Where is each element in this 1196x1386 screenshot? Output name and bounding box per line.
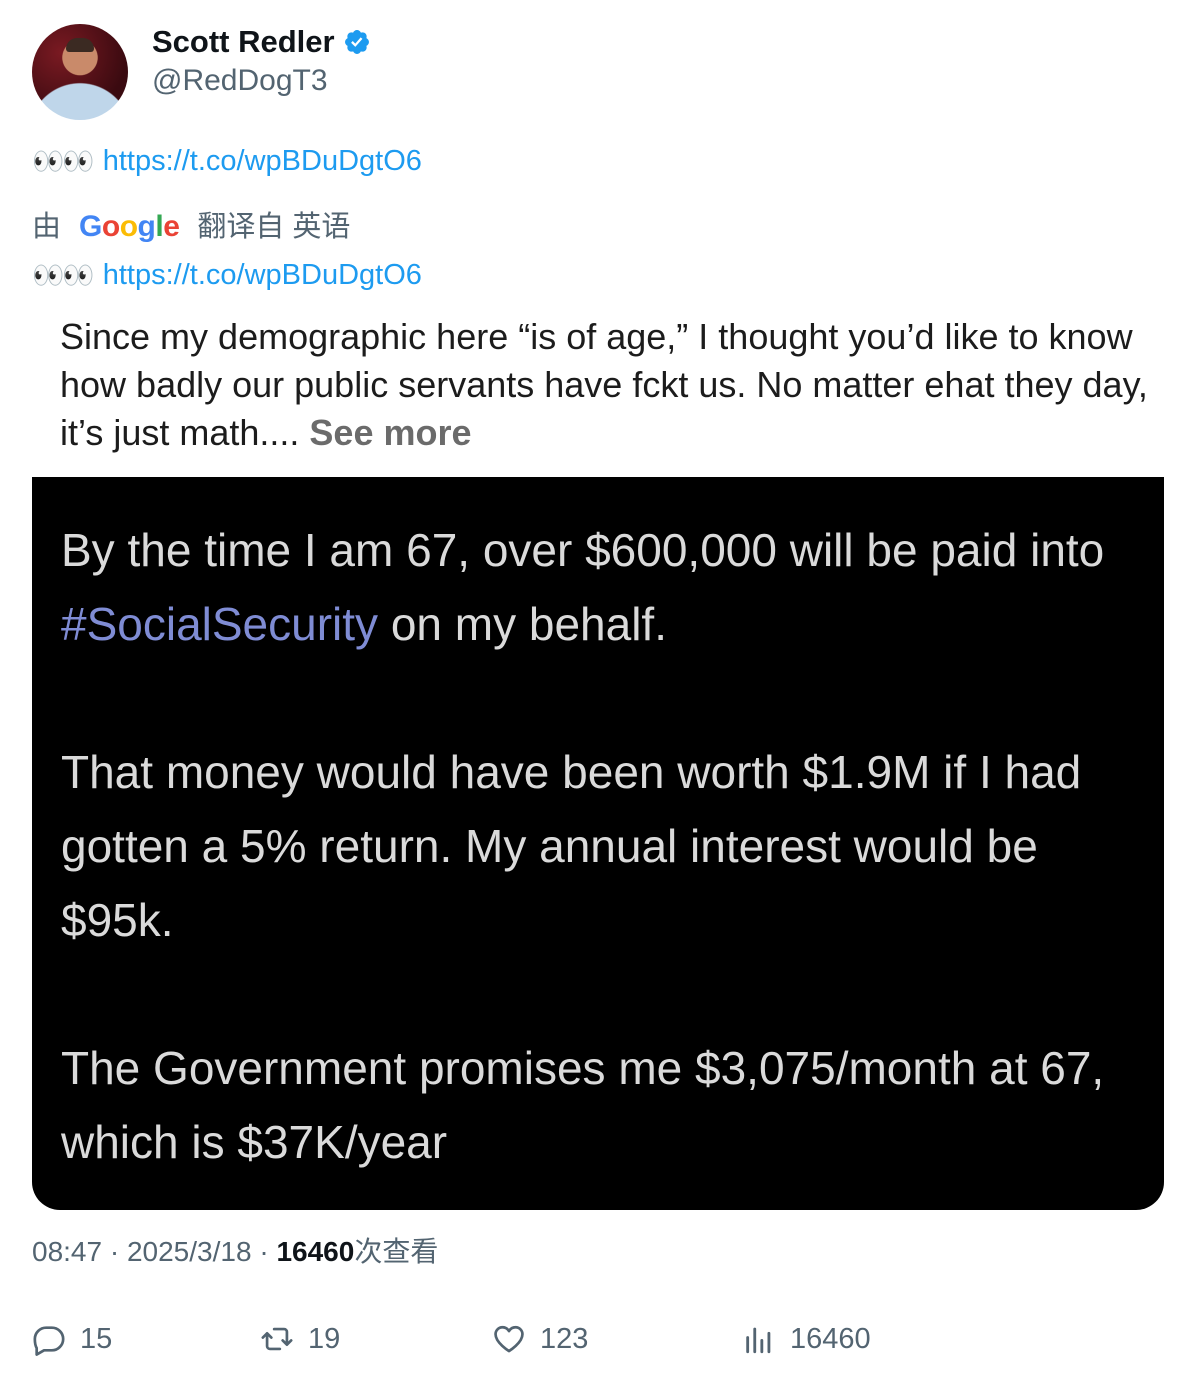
hashtag-socialsecurity: #SocialSecurity (61, 598, 379, 650)
reply-button[interactable]: 15 (32, 1322, 112, 1356)
tweet-time[interactable]: 08:47 (32, 1236, 102, 1267)
tweet-link[interactable]: https://t.co/wpBDuDgtO6 (103, 144, 422, 178)
reply-icon (33, 1326, 65, 1356)
image-paragraph-1: By the time I am 67, over $600,000 will … (61, 524, 1105, 650)
like-button[interactable]: 123 (492, 1322, 588, 1356)
author-name-row[interactable]: Scott Redler (152, 26, 371, 58)
tweet-image[interactable]: By the time I am 67, over $600,000 will … (32, 477, 1164, 1210)
views-button[interactable]: 16460 (742, 1322, 871, 1356)
like-count: 123 (540, 1322, 589, 1355)
translation-header: 由 Google 翻译自 英语 (32, 210, 350, 244)
analytics-icon (746, 1327, 771, 1354)
action-bar: 15 19 123 16460 (32, 1322, 1164, 1362)
translation-suffix: 翻译自 英语 (197, 211, 351, 243)
author-name[interactable]: Scott Redler (152, 26, 335, 58)
author-handle[interactable]: @RedDogT3 (152, 64, 328, 98)
retweet-button[interactable]: 19 (260, 1322, 340, 1356)
screenshot-caption: Since my demographic here “is of age,” I… (60, 313, 1150, 457)
retweet-count: 19 (308, 1322, 341, 1355)
image-paragraph-3: The Government promises me $3,075/month … (61, 1042, 1105, 1168)
eyes-emoji: 👀👀 (32, 146, 95, 176)
eyes-emoji-translated: 👀👀 (32, 260, 95, 290)
image-paragraph-2: That money would have been worth $1.9M i… (61, 746, 1082, 946)
caption-body: Since my demographic here “is of age,” I… (60, 316, 1148, 453)
view-label: 次查看 (354, 1236, 439, 1267)
tweet-date[interactable]: 2025/3/18 (127, 1236, 252, 1267)
retweet-icon (261, 1327, 293, 1351)
reply-count: 15 (80, 1322, 113, 1355)
heart-icon (494, 1325, 524, 1353)
google-logo: Google (79, 210, 180, 243)
tweet-text: 👀👀 https://t.co/wpBDuDgtO6 (32, 144, 422, 178)
verified-badge-icon (344, 30, 369, 54)
see-more-text: See more (309, 412, 472, 453)
view-count: 16460 (276, 1236, 355, 1267)
author-avatar[interactable] (32, 24, 128, 120)
translated-text: 👀👀 https://t.co/wpBDuDgtO6 (32, 258, 422, 292)
tweet-meta: 08:47 · 2025/3/18 · 16460次查看 (32, 1236, 439, 1267)
translated-link[interactable]: https://t.co/wpBDuDgtO6 (103, 258, 422, 292)
views-count: 16460 (790, 1322, 871, 1355)
image-text-block: By the time I am 67, over $600,000 will … (61, 513, 1151, 1210)
translation-prefix: 由 (32, 211, 62, 243)
